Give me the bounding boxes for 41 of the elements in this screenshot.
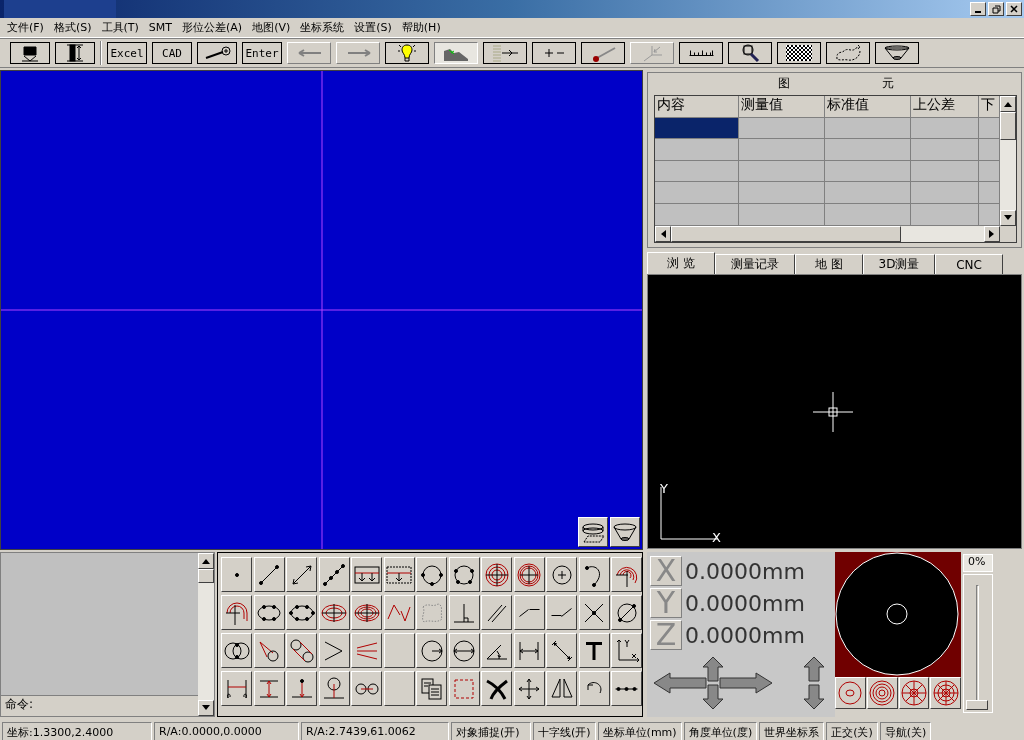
coordinate-value: 0.0000mm — [685, 590, 805, 616]
menu-item[interactable]: 格式(S) — [48, 20, 97, 35]
status-field: 十字线(开) — [533, 722, 596, 740]
toolbar-button[interactable]: CAD — [152, 42, 192, 64]
tab[interactable]: 测量记录 — [715, 254, 795, 274]
menu-item[interactable]: SMT — [143, 21, 177, 34]
status-field: 坐标:1.3300,2.4000 — [2, 722, 152, 740]
menu-item[interactable]: 文件(F) — [2, 20, 49, 35]
coordinate-value: 0.0000mm — [685, 558, 805, 584]
status-field: 导航(关) — [879, 722, 932, 740]
tab[interactable]: 浏 览 — [647, 252, 715, 274]
axis-label: Y — [660, 481, 668, 496]
menu-item[interactable]: 坐标系统 — [295, 20, 350, 35]
command-label: 命令: — [4, 696, 35, 713]
panel-title: 图 — [777, 75, 790, 92]
tab[interactable]: CNC — [935, 254, 1003, 274]
status-field: R/A:2.7439,61.0062 — [301, 722, 449, 740]
light-reading: 0% — [963, 554, 993, 572]
column-header[interactable]: 标准值 — [825, 96, 911, 118]
toolbar-button[interactable]: Enter — [242, 42, 282, 64]
menu-item[interactable]: 地图(V) — [247, 20, 296, 35]
tab[interactable]: 3D测量 — [863, 254, 935, 274]
status-field: 坐标单位(mm) — [597, 722, 682, 740]
status-field: R/A:0.0000,0.0000 — [154, 722, 299, 740]
status-field: 对象捕捉(开) — [451, 722, 531, 740]
panel-title: 元 — [881, 75, 894, 92]
status-field: 正交(关) — [826, 722, 878, 740]
coordinate-value: 0.0000mm — [685, 622, 805, 648]
column-header[interactable]: 下 — [979, 96, 1000, 118]
menu-item[interactable]: 帮助(H) — [396, 20, 446, 35]
toolbar-button[interactable]: Excel — [107, 42, 147, 64]
tab[interactable]: 地 图 — [795, 254, 863, 274]
column-header[interactable]: 上公差 — [911, 96, 979, 118]
axis-label: X — [712, 530, 721, 545]
menu-item[interactable]: 形位公差(A) — [177, 20, 248, 35]
status-field: 角度单位(度) — [683, 722, 758, 740]
menu-item[interactable]: 设置(S) — [349, 20, 397, 35]
column-header[interactable]: 内容 — [655, 96, 739, 118]
menu-item[interactable]: 工具(T) — [96, 20, 144, 35]
status-field: 世界坐标系 — [759, 722, 825, 740]
column-header[interactable]: 测量值 — [739, 96, 825, 118]
